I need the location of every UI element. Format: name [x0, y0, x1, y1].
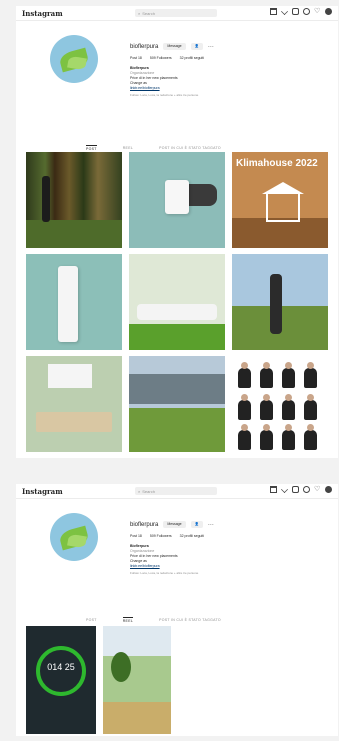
direct-message-icon[interactable] [281, 8, 288, 15]
post-outdoor-sofa[interactable] [129, 254, 225, 350]
instagram-logo[interactable]: Instagram [22, 9, 63, 18]
followed-by-text[interactable]: Follow: Luca, Luca, la redazione + altre… [130, 93, 330, 97]
post-mountain-meadow[interactable] [129, 356, 225, 452]
profile-avatar-icon[interactable] [325, 486, 332, 493]
search-icon: ⌕ [138, 10, 141, 16]
search-placeholder: Search [142, 488, 155, 494]
top-navigation-bar: Instagram ⌕ Search ♡ [16, 6, 338, 21]
post-mountain-hiker[interactable] [232, 254, 328, 350]
search-placeholder: Search [142, 10, 155, 16]
followers-count[interactable]: 509 Followers [150, 534, 172, 538]
posts-count: Post 18 [130, 56, 142, 60]
reel-countryside[interactable] [103, 626, 171, 734]
profile-screenshot-2: Instagram ⌕ Search ♡ bioflerpura Message… [16, 484, 338, 736]
nav-icons: ♡ [270, 8, 332, 15]
message-button[interactable]: Message [163, 521, 186, 528]
profile-stats: Post 18 509 Followers 32 profili seguiti [130, 534, 330, 538]
username: bioflerpura [130, 521, 159, 528]
search-input[interactable]: ⌕ Search [135, 9, 217, 17]
tab-reels[interactable]: REEL [122, 617, 134, 623]
more-options-icon[interactable]: ··· [208, 522, 214, 528]
tab-posts[interactable]: POST [86, 617, 97, 623]
profile-stats: Post 18 509 Followers 32 profili seguiti [130, 56, 330, 60]
profile-info: bioflerpura Message 👤 ··· Post 18 509 Fo… [130, 43, 330, 97]
tab-tagged[interactable]: POST IN CUI È STATO TAGGATO [159, 617, 221, 623]
avatar[interactable] [50, 35, 98, 83]
following-count[interactable]: 32 profili seguiti [180, 56, 204, 60]
top-navigation-bar: Instagram ⌕ Search ♡ [16, 484, 338, 499]
bio: Bioflerpura Organizzazione Price di in h… [130, 66, 330, 91]
profile-screenshot-1: Instagram ⌕ Search ♡ bioflerpura Message… [16, 6, 338, 458]
post-forest-hiker[interactable] [26, 152, 122, 248]
heart-icon[interactable]: ♡ [314, 8, 321, 15]
username: bioflerpura [130, 43, 159, 50]
profile-header: bioflerpura Message 👤 ··· Post 18 509 Fo… [16, 499, 338, 624]
heart-icon[interactable]: ♡ [314, 486, 321, 493]
tab-posts[interactable]: POST [86, 145, 97, 151]
reel-device-display[interactable]: 014 25 [26, 626, 96, 734]
explore-icon[interactable] [303, 8, 310, 15]
direct-message-icon[interactable] [281, 486, 288, 493]
post-outdoor-meeting[interactable] [26, 356, 122, 452]
post-ventilation-unit[interactable] [129, 152, 225, 248]
profile-tabs: POST REEL POST IN CUI È STATO TAGGATO [86, 617, 221, 623]
profile-info: bioflerpura Message 👤 ··· Post 18 509 Fo… [130, 521, 330, 575]
explore-icon[interactable] [303, 486, 310, 493]
following-count[interactable]: 32 profili seguiti [180, 534, 204, 538]
follow-icon-button[interactable]: 👤 [190, 521, 203, 528]
new-post-icon[interactable] [292, 8, 299, 15]
followed-by-text[interactable]: Follow: Luca, Luca, la redazione + altre… [130, 571, 330, 575]
home-icon[interactable] [270, 8, 277, 15]
post-tower-unit[interactable] [26, 254, 122, 350]
nav-icons: ♡ [270, 486, 332, 493]
profile-header: bioflerpura Message 👤 ··· Post 18 509 Fo… [16, 21, 338, 151]
more-options-icon[interactable]: ··· [208, 44, 214, 50]
profile-avatar-icon[interactable] [325, 8, 332, 15]
bio-link[interactable]: linktr.ee/bioflerpura [130, 86, 330, 91]
post-team-portraits[interactable] [232, 356, 328, 452]
tab-tagged[interactable]: POST IN CUI È STATO TAGGATO [159, 145, 221, 151]
search-icon: ⌕ [138, 488, 141, 494]
posts-count: Post 18 [130, 534, 142, 538]
message-button[interactable]: Message [163, 43, 186, 50]
tab-reels[interactable]: REEL [123, 145, 133, 151]
search-input[interactable]: ⌕ Search [135, 487, 217, 495]
new-post-icon[interactable] [292, 486, 299, 493]
home-icon[interactable] [270, 486, 277, 493]
followers-count[interactable]: 509 Followers [150, 56, 172, 60]
bio-link[interactable]: linktr.ee/bioflerpura [130, 564, 330, 569]
device-reading: 014 25 [47, 662, 75, 672]
profile-tabs: POST REEL POST IN CUI È STATO TAGGATO [86, 145, 221, 151]
klimahouse-text: Klimahouse 2022 [236, 158, 318, 169]
instagram-logo[interactable]: Instagram [22, 487, 63, 496]
house-icon [266, 192, 300, 222]
follow-icon-button[interactable]: 👤 [190, 43, 203, 50]
bio: Bioflerpura Organizzazione Price di in h… [130, 544, 330, 569]
avatar[interactable] [50, 513, 98, 561]
post-klimahouse[interactable]: Klimahouse 2022 [232, 152, 328, 248]
